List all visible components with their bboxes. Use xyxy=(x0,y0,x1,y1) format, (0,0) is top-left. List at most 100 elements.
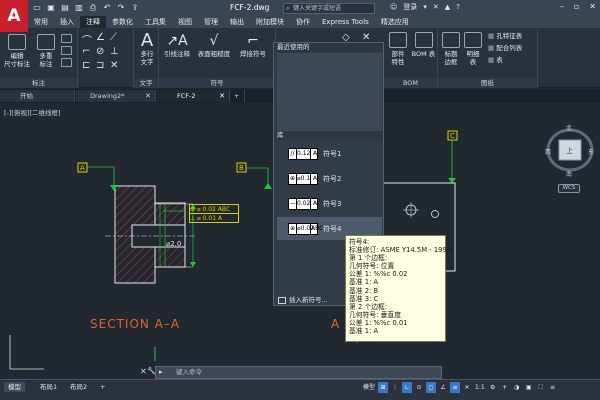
tab-start[interactable]: 开始 xyxy=(0,90,75,102)
exchange-icon[interactable]: ✕ xyxy=(433,3,439,11)
multi-dimension-button[interactable]: 多重 标注 xyxy=(33,34,59,68)
ordinate-icon[interactable]: ⊥ xyxy=(110,46,119,57)
help-icon[interactable]: ? xyxy=(456,3,460,11)
menu-tab[interactable]: 管理 xyxy=(198,16,224,28)
menu-tab[interactable]: 输出 xyxy=(224,16,250,28)
settings-icon[interactable]: ⚙ xyxy=(488,382,498,393)
menu-tab[interactable]: 工具集 xyxy=(139,16,172,28)
baseline-icon[interactable]: ⊏ xyxy=(82,60,90,71)
title-border-button[interactable]: 标题 边框 xyxy=(440,32,462,66)
tab-fcf-2[interactable]: FCF-2 ✕ xyxy=(157,90,230,102)
jog-icon[interactable]: ⌐ xyxy=(82,46,90,57)
ribbon-group-text: A 多行 文字 文字 xyxy=(134,28,159,88)
hole-chart-button[interactable]: ▦ 孔特征表 xyxy=(488,32,538,40)
menu-tab[interactable]: 精选应用 xyxy=(375,16,415,28)
undo-icon[interactable]: ↶ xyxy=(102,2,112,13)
menu-tab[interactable]: 注释 xyxy=(80,16,106,28)
menu-tab[interactable]: 附加模块 xyxy=(250,16,290,28)
parts-list-button[interactable]: 明细 表 xyxy=(462,32,484,66)
arc-dimension-icon[interactable]: ⌒ xyxy=(82,32,92,47)
break-icon[interactable]: ✕ xyxy=(110,60,118,71)
welding-symbol-button[interactable]: ⌐ 焊接符号 xyxy=(233,32,273,58)
close-icon[interactable]: ✕ xyxy=(589,2,596,11)
wcs-menu[interactable]: WCS xyxy=(558,184,580,193)
menu-tab[interactable]: 视图 xyxy=(172,16,198,28)
symbol-item[interactable]: ⊕ ⌀0.1 A 符号2 xyxy=(277,167,382,190)
slash-icon[interactable]: ⟋ xyxy=(110,32,117,43)
cart-icon[interactable]: ▾ xyxy=(423,3,427,11)
user-icon[interactable]: ☺ xyxy=(390,3,397,11)
login-button[interactable]: 登录 xyxy=(403,2,417,12)
search-input[interactable]: ⌕ 键入关键字或短语 xyxy=(283,3,375,14)
isolate-icon[interactable]: ◑ xyxy=(512,382,522,393)
radius-icon[interactable]: ⊘ xyxy=(96,46,104,57)
ribbon-group-label[interactable]: 图纸 xyxy=(438,78,537,88)
menu-tab[interactable]: Express Tools xyxy=(316,16,375,28)
new-tab-button[interactable]: + xyxy=(231,90,245,102)
menu-tab[interactable]: 参数化 xyxy=(106,16,139,28)
model-space-button[interactable]: 模型 xyxy=(362,382,376,393)
compass-west[interactable]: 西 xyxy=(545,147,551,156)
layout-tab[interactable]: 布局2 xyxy=(66,382,91,392)
minimize-icon[interactable]: – xyxy=(560,2,564,11)
restore-icon[interactable]: ▫ xyxy=(574,2,579,11)
view-cube-face[interactable]: 上 xyxy=(566,146,573,156)
surface-texture-button[interactable]: √ 表面粗糙度 xyxy=(195,32,233,58)
layout-tab[interactable]: 模型 xyxy=(4,382,25,392)
customize-status-icon[interactable]: ≡ xyxy=(548,382,558,393)
mtext-button[interactable]: A 多行 文字 xyxy=(136,32,158,67)
osnap-icon[interactable]: ◻ xyxy=(426,382,437,393)
otrack-icon[interactable]: ∠ xyxy=(438,382,448,393)
snap-icon[interactable]: ⋮ xyxy=(390,382,400,393)
symbol-item[interactable]: //0.12 A 符号1 xyxy=(277,142,382,165)
part-properties-button[interactable]: 部件 特性 xyxy=(386,32,410,66)
ribbon-group-label[interactable]: 标注 xyxy=(0,78,77,88)
grid-icon[interactable]: ⊞ xyxy=(378,382,389,393)
menu-tab[interactable]: 插入 xyxy=(54,16,80,28)
angle-icon[interactable]: ∠ xyxy=(96,32,105,43)
command-input[interactable]: ▸ 键入命令 xyxy=(155,366,442,379)
polar-icon[interactable]: ⊙ xyxy=(414,382,424,393)
symbol-item[interactable]: —0.02 A 符号3 xyxy=(277,192,382,215)
compass-east[interactable]: 东 xyxy=(588,147,594,156)
ribbon-group-label[interactable]: 符号 xyxy=(159,78,275,88)
dim-aligned-icon[interactable] xyxy=(61,46,72,55)
compass-north[interactable]: 北 xyxy=(566,123,572,132)
annotation-scale-icon[interactable]: ✕ xyxy=(462,382,472,393)
menu-tab[interactable]: 常用 xyxy=(28,16,54,28)
open-icon[interactable]: ▣ xyxy=(46,2,56,13)
ribbon-group-label[interactable]: BOM xyxy=(384,78,437,88)
redo-icon[interactable]: ↷ xyxy=(116,2,126,13)
edit-dimension-button[interactable]: 编辑 尺寸标注 xyxy=(3,34,31,68)
tab-drawing2[interactable]: Drawing2* ✕ xyxy=(76,90,156,102)
close-icon[interactable]: ✕ xyxy=(219,90,225,102)
leader-note-button[interactable]: ↗A 引线注释 xyxy=(159,32,195,58)
continue-icon[interactable]: ⊐ xyxy=(96,60,104,71)
share-icon[interactable]: ⇪ xyxy=(130,2,140,13)
fits-list-button[interactable]: ▦ 配合列表 xyxy=(488,44,538,52)
close-icon[interactable]: ✕ xyxy=(140,367,147,376)
compass-south[interactable]: 南 xyxy=(566,169,572,178)
table-button[interactable]: ▦ 表 xyxy=(488,56,538,64)
scale-label[interactable]: 1:1 xyxy=(474,382,486,393)
hardware-icon[interactable]: ▣ xyxy=(524,382,534,393)
bom-table-button[interactable]: BOM 表 xyxy=(410,32,437,58)
lineweight-icon[interactable]: ≡ xyxy=(450,382,461,393)
fullscreen-icon[interactable]: ⛶ xyxy=(536,382,546,393)
layout-tab[interactable]: 布局1 xyxy=(36,382,61,392)
a360-icon[interactable]: ▲ xyxy=(445,3,450,11)
ribbon-group-label[interactable]: 文字 xyxy=(134,78,158,88)
saveas-icon[interactable]: ▥ xyxy=(74,2,84,13)
add-layout-button[interactable]: + xyxy=(96,382,109,392)
ortho-icon[interactable]: ∟ xyxy=(402,382,413,393)
new-icon[interactable]: ▭ xyxy=(32,2,42,13)
app-logo[interactable]: A xyxy=(0,0,28,32)
print-icon[interactable]: ⎙ xyxy=(88,2,98,13)
close-icon[interactable]: ✕ xyxy=(145,90,151,102)
plus-icon[interactable]: + xyxy=(500,382,510,393)
feature-control-frame[interactable]: ⊕ ⌀ 0.02 ABC ⊥ ⌀ 0.01 A xyxy=(189,204,239,223)
save-icon[interactable]: ▤ xyxy=(60,2,70,13)
dim-linear-icon[interactable] xyxy=(61,34,72,43)
dim-angular-icon[interactable] xyxy=(61,58,72,67)
menu-tab[interactable]: 协作 xyxy=(290,16,316,28)
